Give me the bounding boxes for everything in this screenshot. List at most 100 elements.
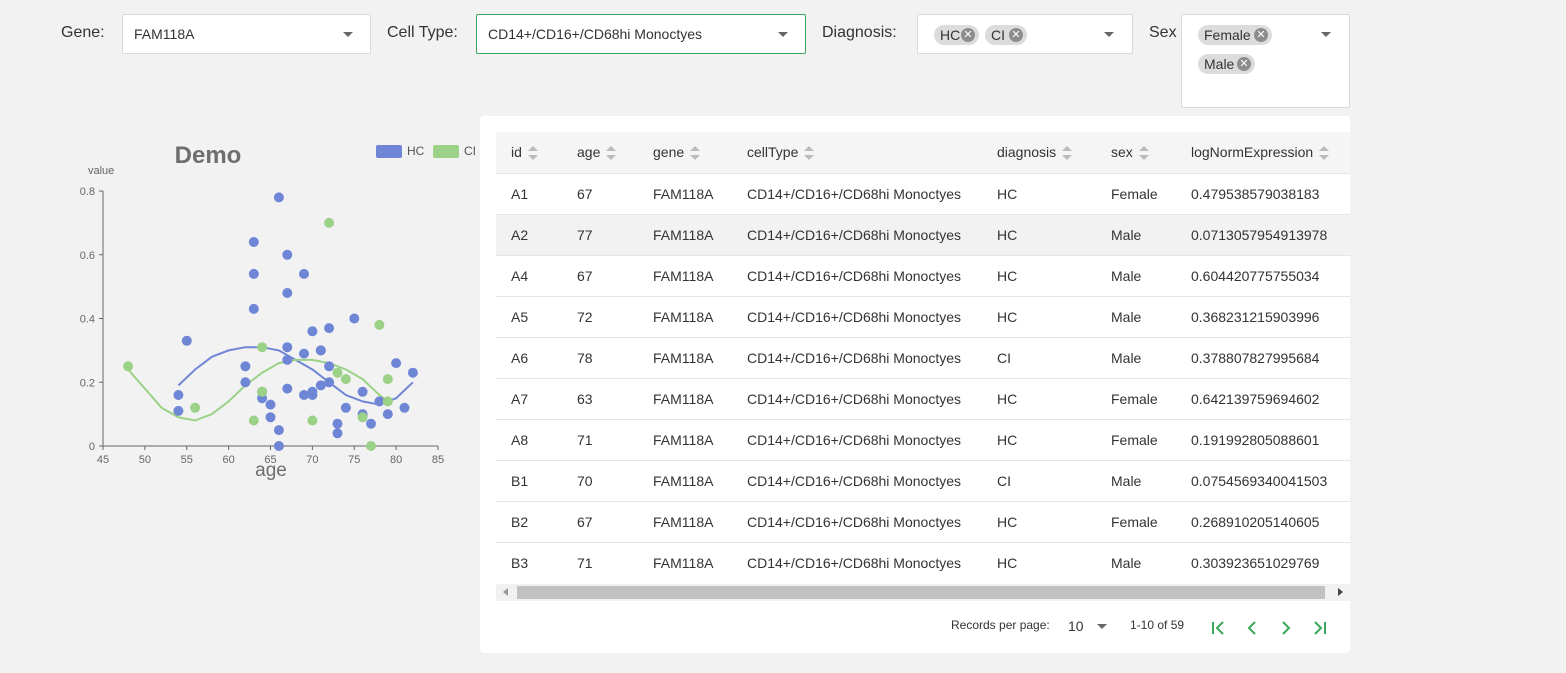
data-point-hc[interactable]: [382, 409, 393, 420]
sort-icon[interactable]: [527, 146, 538, 161]
data-point-ci[interactable]: [190, 402, 201, 413]
data-point-ci[interactable]: [257, 342, 268, 353]
diagnosis-select[interactable]: HC ✕ CI ✕: [917, 14, 1133, 54]
table-row[interactable]: B1 70 FAM118A CD14+/CD16+/CD68hi Monoctyes C…: [496, 459, 1350, 501]
chevron-down-icon[interactable]: [778, 32, 788, 37]
diagnosis-chip-ci[interactable]: CI ✕: [985, 25, 1027, 45]
data-point-ci[interactable]: [357, 412, 368, 423]
column-header-lognormexpression[interactable]: logNormExpression: [1176, 132, 1350, 173]
prev-page-icon[interactable]: [1242, 618, 1262, 638]
data-point-hc[interactable]: [240, 377, 251, 388]
data-point-ci[interactable]: [307, 415, 318, 426]
data-point-hc[interactable]: [282, 383, 293, 394]
table-row[interactable]: B3 71 FAM118A CD14+/CD16+/CD68hi Monoctyes H…: [496, 541, 1350, 583]
data-point-hc[interactable]: [307, 326, 318, 337]
chevron-down-icon[interactable]: [343, 32, 353, 37]
data-point-hc[interactable]: [273, 192, 284, 203]
data-point-hc[interactable]: [282, 249, 293, 260]
chart-legend[interactable]: HC CI: [376, 144, 476, 158]
legend-label-hc[interactable]: HC: [407, 144, 425, 158]
data-point-hc[interactable]: [324, 323, 335, 334]
last-page-icon[interactable]: [1309, 618, 1329, 638]
column-header-id[interactable]: id: [496, 132, 562, 173]
data-point-ci[interactable]: [340, 374, 351, 385]
data-point-ci[interactable]: [366, 441, 376, 451]
table-row[interactable]: A4 67 FAM118A CD14+/CD16+/CD68hi Monoctyes H…: [496, 254, 1350, 296]
close-icon[interactable]: ✕: [961, 28, 975, 42]
legend-swatch-hc[interactable]: [376, 145, 402, 158]
table-row[interactable]: B2 67 FAM118A CD14+/CD16+/CD68hi Monoctyes H…: [496, 500, 1350, 542]
data-point-ci[interactable]: [257, 386, 268, 397]
table-row[interactable]: A1 67 FAM118A CD14+/CD16+/CD68hi Monoctyes H…: [496, 172, 1350, 214]
sex-chip-female[interactable]: Female ✕: [1198, 25, 1272, 45]
data-point-hc[interactable]: [332, 428, 343, 439]
diagnosis-chip-hc[interactable]: HC ✕: [934, 25, 979, 45]
records-per-page-select[interactable]: 10: [1068, 614, 1112, 638]
close-icon[interactable]: ✕: [1009, 28, 1023, 42]
next-page-icon[interactable]: [1276, 618, 1296, 638]
column-header-age[interactable]: age: [562, 132, 638, 173]
sort-icon[interactable]: [606, 146, 617, 161]
chevron-down-icon[interactable]: [1097, 624, 1107, 629]
table-row[interactable]: A6 78 FAM118A CD14+/CD16+/CD68hi Monoctyes C…: [496, 336, 1350, 378]
close-icon[interactable]: ✕: [1254, 28, 1268, 42]
data-point-hc[interactable]: [265, 412, 276, 423]
data-point-hc[interactable]: [340, 402, 351, 413]
data-point-hc[interactable]: [265, 399, 276, 410]
legend-swatch-ci[interactable]: [433, 145, 459, 158]
data-point-hc[interactable]: [273, 425, 284, 436]
data-point-hc[interactable]: [299, 268, 309, 279]
sort-icon[interactable]: [804, 146, 815, 161]
data-point-hc[interactable]: [282, 342, 293, 353]
data-point-hc[interactable]: [332, 418, 343, 429]
sort-icon[interactable]: [1319, 146, 1330, 161]
data-point-hc[interactable]: [407, 367, 418, 378]
data-point-hc[interactable]: [282, 288, 293, 298]
scroll-right-icon[interactable]: [1338, 588, 1343, 596]
data-point-hc[interactable]: [357, 386, 368, 397]
data-point-hc[interactable]: [324, 361, 335, 372]
gene-select[interactable]: FAM118A: [122, 14, 371, 54]
data-point-hc[interactable]: [349, 313, 360, 324]
chevron-down-icon[interactable]: [1104, 32, 1114, 37]
data-point-hc[interactable]: [282, 354, 293, 365]
table-row[interactable]: A7 63 FAM118A CD14+/CD16+/CD68hi Monoctyes H…: [496, 377, 1350, 419]
scroll-left-icon[interactable]: [503, 588, 508, 596]
horizontal-scrollbar[interactable]: [496, 584, 1350, 601]
data-point-hc[interactable]: [248, 237, 259, 247]
close-icon[interactable]: ✕: [1237, 57, 1251, 71]
data-point-ci[interactable]: [248, 415, 259, 426]
data-point-hc[interactable]: [173, 405, 184, 416]
data-point-hc[interactable]: [181, 335, 192, 346]
data-point-hc[interactable]: [248, 268, 259, 279]
sex-chip-male[interactable]: Male ✕: [1198, 54, 1255, 74]
table-row[interactable]: A8 71 FAM118A CD14+/CD16+/CD68hi Monoctyes H…: [496, 418, 1350, 460]
data-point-ci[interactable]: [123, 361, 134, 372]
data-point-hc[interactable]: [399, 402, 410, 413]
data-point-hc[interactable]: [315, 345, 326, 356]
sort-icon[interactable]: [1138, 146, 1149, 161]
column-header-gene[interactable]: gene: [638, 132, 732, 173]
table-row[interactable]: A5 72 FAM118A CD14+/CD16+/CD68hi Monoctyes H…: [496, 295, 1350, 337]
data-point-ci[interactable]: [332, 367, 343, 378]
column-header-celltype[interactable]: cellType: [732, 132, 982, 173]
data-point-ci[interactable]: [382, 396, 393, 407]
chevron-down-icon[interactable]: [1321, 32, 1331, 37]
data-point-hc[interactable]: [248, 303, 259, 314]
sort-icon[interactable]: [1062, 146, 1073, 161]
table-scroll-area[interactable]: id age gene cellType diagnosis sex logNo…: [496, 132, 1350, 584]
column-header-diagnosis[interactable]: diagnosis: [982, 132, 1096, 173]
data-point-hc[interactable]: [324, 377, 335, 388]
column-header-sex[interactable]: sex: [1096, 132, 1176, 173]
data-point-hc[interactable]: [173, 390, 184, 400]
data-point-ci[interactable]: [324, 217, 335, 228]
data-point-ci[interactable]: [374, 319, 385, 330]
legend-label-ci[interactable]: CI: [464, 144, 476, 158]
data-point-hc[interactable]: [307, 390, 318, 400]
scrollbar-thumb[interactable]: [517, 586, 1325, 599]
data-point-hc[interactable]: [366, 418, 376, 429]
data-point-hc[interactable]: [391, 358, 402, 369]
cell-type-select[interactable]: CD14+/CD16+/CD68hi Monoctyes: [476, 14, 806, 54]
sort-icon[interactable]: [690, 146, 701, 161]
sex-select[interactable]: Female ✕ Male ✕: [1181, 14, 1350, 108]
